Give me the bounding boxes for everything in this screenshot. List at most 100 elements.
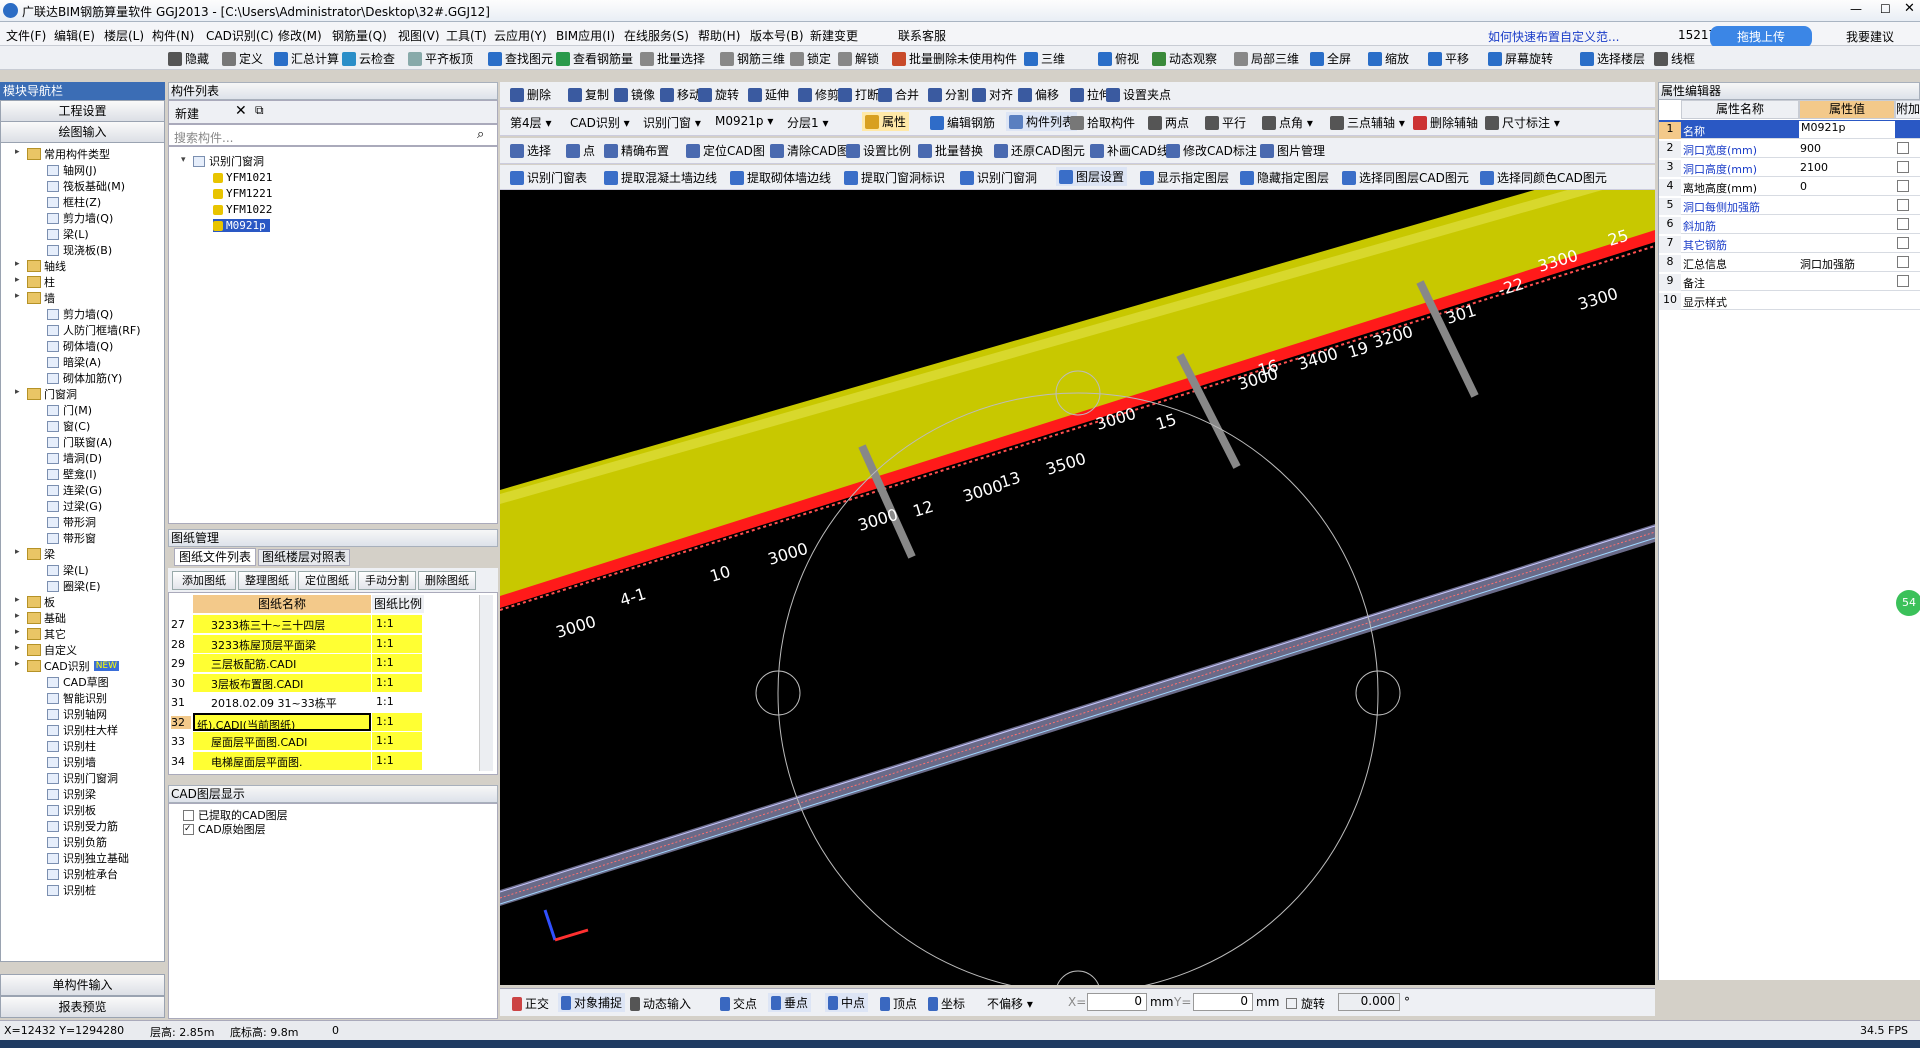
edit-tool-button[interactable]: 旋转 (698, 86, 739, 103)
tree-root-door-window[interactable]: 识别门窗洞 (193, 153, 264, 169)
edit-tool-button[interactable]: 分割 (928, 86, 969, 103)
table-row[interactable]: 32 纸).CADI(当前图纸) 1:1 (169, 712, 491, 731)
draw-tool-button[interactable]: 修改CAD标注 (1166, 142, 1257, 159)
original-layers-item[interactable]: ✓ CAD原始图层 (183, 821, 266, 837)
table-row[interactable]: 31 2018.02.09 31~33栋平 1:1 (169, 693, 491, 711)
drawing-name-cell[interactable]: 纸).CADI(当前图纸) (193, 712, 371, 731)
drawing-name-cell[interactable]: 2018.02.09 31~33栋平 (193, 693, 371, 711)
expander-icon[interactable]: ▸ (15, 659, 20, 669)
tree-item[interactable]: 识别负筋 (47, 834, 107, 850)
tree-item[interactable]: 基础 (27, 610, 66, 626)
tree-item[interactable]: CAD草图 (47, 674, 109, 690)
tab-drawing-files[interactable]: 图纸文件列表 (174, 548, 256, 566)
tree-item[interactable]: 窗(C) (47, 418, 90, 434)
two-point-button[interactable]: 两点 (1148, 114, 1189, 131)
table-row[interactable]: 34 电梯屋面层平面图. 1:1 (169, 751, 491, 770)
toolbar-button[interactable]: 批量选择 (640, 50, 705, 67)
tree-item[interactable]: 识别门窗洞 (47, 770, 118, 786)
tree-item[interactable]: 识别柱 (47, 738, 96, 754)
menu-item[interactable]: 钢筋量(Q) (332, 27, 387, 44)
drawing-name-cell[interactable]: 屋面层平面图.CADI (193, 732, 371, 750)
toolbar-button[interactable]: 定义 (222, 50, 263, 67)
drawing-canvas[interactable]: 25 3300 3300 -22 301 3200 19 3400 16 3000 15 3000 35… (500, 190, 1655, 985)
tree-item[interactable]: 识别桩承台 (47, 866, 118, 882)
pick-component-button[interactable]: 拾取构件 (1070, 114, 1135, 131)
expander-icon[interactable]: ▸ (15, 275, 20, 285)
drawing-name-cell[interactable]: 三层板配筋.CADI (193, 654, 371, 672)
edit-tool-button[interactable]: 打断 (838, 86, 879, 103)
draw-tool-button[interactable]: 批量替换 (918, 142, 983, 159)
draw-tool-button[interactable]: 图片管理 (1260, 142, 1325, 159)
single-component-input-button[interactable]: 单构件输入 (0, 974, 165, 996)
snap-midpoint[interactable]: 中点 (825, 993, 869, 1012)
expander-icon[interactable]: ▸ (15, 595, 20, 605)
drawing-action-button[interactable]: 删除图纸 (418, 571, 476, 590)
dimension-button[interactable]: 尺寸标注 ▾ (1485, 114, 1560, 131)
toolbar-button[interactable]: 隐藏 (168, 50, 209, 67)
draw-tool-button[interactable]: 清除CAD图 (770, 142, 849, 159)
toolbar-button[interactable]: 查看钢筋量 (556, 50, 633, 67)
rotate-input[interactable]: 0.000 (1338, 993, 1400, 1011)
component-item[interactable]: YFM1221 (213, 187, 272, 200)
table-row[interactable]: 30 3层板布置图.CADI 1:1 (169, 673, 491, 692)
tree-item[interactable]: 自定义 (27, 642, 77, 658)
table-row[interactable]: 29 三层板配筋.CADI 1:1 (169, 654, 491, 672)
property-value[interactable]: 2100 (1800, 161, 1828, 174)
edit-tool-button[interactable]: 移动 (660, 86, 701, 103)
tree-item[interactable]: 其它 (27, 626, 66, 642)
tree-item[interactable]: 壁龛(I) (47, 466, 97, 482)
toolbar-button[interactable]: 解锁 (838, 50, 879, 67)
new-component-button[interactable]: 新建 (175, 105, 199, 122)
drawing-name-cell[interactable]: 电梯屋面层平面图. (193, 751, 371, 770)
tree-item[interactable]: 墙 (27, 290, 55, 306)
expander-icon[interactable]: ▸ (15, 611, 20, 621)
component-list-button[interactable]: 构件列表 (1006, 112, 1078, 131)
menu-item[interactable]: 帮助(H) (698, 27, 740, 44)
tree-item[interactable]: CAD识别 NEW (27, 658, 120, 674)
tree-item[interactable]: 门联窗(A) (47, 434, 112, 450)
dynamic-input-button[interactable]: 动态输入 (630, 995, 691, 1012)
property-extra-checkbox[interactable] (1897, 237, 1909, 249)
toolbar-button[interactable]: 全屏 (1310, 50, 1351, 67)
tree-item[interactable]: 连梁(G) (47, 482, 102, 498)
parallel-button[interactable]: 平行 (1205, 114, 1246, 131)
copy-icon[interactable]: ⧉ (255, 103, 264, 118)
edit-tool-button[interactable]: 删除 (510, 86, 551, 103)
menu-item[interactable]: 楼层(L) (104, 27, 144, 44)
tree-item[interactable]: 识别板 (47, 802, 96, 818)
snap-vertex[interactable]: 顶点 (880, 995, 917, 1012)
drawing-scale-cell[interactable]: 1:1 (372, 732, 422, 750)
property-row[interactable]: 2 洞口宽度(mm) 900 (1659, 139, 1920, 158)
property-extra-checkbox[interactable] (1897, 142, 1909, 154)
menu-item[interactable]: 编辑(E) (54, 27, 95, 44)
tree-item[interactable]: 板 (27, 594, 55, 610)
property-row[interactable]: 7 其它钢筋 (1659, 234, 1920, 253)
expander-icon[interactable]: ▸ (15, 147, 20, 157)
component-item[interactable]: YFM1022 (213, 203, 272, 216)
cad-tool-button[interactable]: 提取砌体墙边线 (730, 169, 831, 186)
edit-tool-button[interactable]: 对齐 (972, 86, 1013, 103)
property-value[interactable]: 900 (1800, 142, 1821, 155)
project-settings-button[interactable]: 工程设置 (0, 100, 165, 122)
property-value[interactable]: M0921p (1799, 121, 1895, 138)
property-extra-checkbox[interactable] (1897, 180, 1909, 192)
drawing-scale-cell[interactable]: 1:1 (372, 693, 422, 711)
toolbar-button[interactable]: 屏幕旋转 (1488, 50, 1553, 67)
property-extra-checkbox[interactable] (1897, 275, 1909, 287)
properties-button[interactable]: 属性 (862, 112, 910, 131)
toolbar-button[interactable]: 动态观察 (1152, 50, 1217, 67)
tree-item[interactable]: 识别受力筋 (47, 818, 118, 834)
component-search-input[interactable]: 搜索构件... ⌕ (168, 124, 498, 146)
menu-item[interactable]: 版本号(B) (750, 27, 804, 44)
search-icon[interactable]: ⌕ (477, 127, 484, 142)
toolbar-button[interactable]: 锁定 (790, 50, 831, 67)
float-widget[interactable]: 54 (1896, 590, 1920, 616)
cad-tool-button[interactable]: 提取门窗洞标识 (844, 169, 945, 186)
tree-item[interactable]: 带形洞 (47, 514, 96, 530)
tree-item[interactable]: 过梁(G) (47, 498, 102, 514)
property-row[interactable]: 3 洞口高度(mm) 2100 (1659, 158, 1920, 177)
component-item[interactable]: YFM1021 (213, 171, 272, 184)
floor-select[interactable]: 第4层 ▾ (510, 114, 551, 131)
property-value[interactable]: 0 (1800, 180, 1807, 193)
toolbar-button[interactable]: 三维 (1024, 50, 1065, 67)
